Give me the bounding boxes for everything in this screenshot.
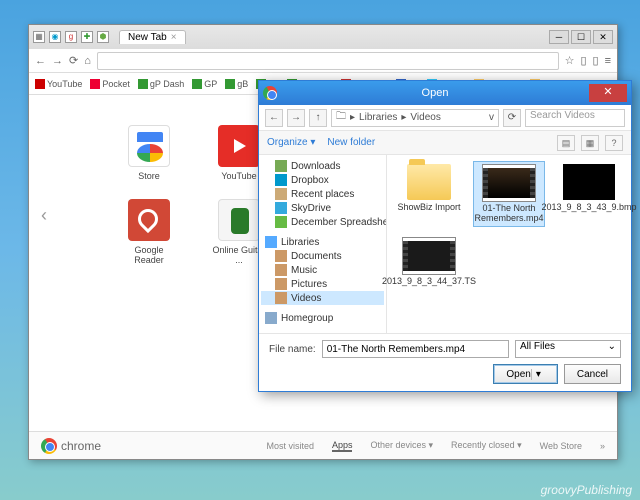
bookmark-star-icon[interactable]: ☆ bbox=[565, 54, 575, 67]
guitar-icon bbox=[218, 199, 260, 241]
close-tab-icon[interactable]: × bbox=[171, 32, 177, 43]
breadcrumb-item[interactable]: Libraries bbox=[359, 112, 397, 123]
bookmark[interactable]: gP Dash bbox=[138, 79, 184, 89]
rss-icon bbox=[128, 199, 170, 241]
maximize-button[interactable]: ☐ bbox=[571, 30, 591, 44]
view-mode-button[interactable]: ▤ bbox=[557, 135, 575, 151]
file-label: ShowBiz Import bbox=[397, 202, 460, 212]
file-label: 01-The North Remembers.mp4 bbox=[475, 203, 544, 223]
dialog-title: Open bbox=[281, 87, 589, 99]
forward-button[interactable]: → bbox=[287, 109, 305, 127]
breadcrumb[interactable]: 🗀 ▸Libraries ▸Videos v bbox=[331, 109, 499, 127]
file-item-bmp[interactable]: 2013_9_8_3_43_9.bmp bbox=[553, 161, 625, 227]
bookmark[interactable]: gB bbox=[225, 79, 248, 89]
refresh-button[interactable]: ⟳ bbox=[503, 109, 521, 127]
open-button[interactable]: Open▾ bbox=[493, 364, 557, 384]
app-reader[interactable]: Google Reader bbox=[119, 199, 179, 265]
dialog-nav: ← → ↑ 🗀 ▸Libraries ▸Videos v ⟳ Search Vi… bbox=[259, 105, 631, 131]
footer-expand-icon[interactable]: » bbox=[600, 441, 605, 451]
minimize-button[interactable]: ─ bbox=[549, 30, 569, 44]
app-label: Google Reader bbox=[119, 245, 179, 265]
tree-item[interactable]: Dropbox bbox=[261, 173, 384, 187]
forward-button[interactable]: → bbox=[52, 55, 63, 67]
extension-icon[interactable]: ▯ bbox=[580, 54, 586, 67]
bookmark[interactable]: YouTube bbox=[35, 79, 82, 89]
folder-icon: 🗀 bbox=[336, 109, 346, 126]
tree-item[interactable]: Downloads bbox=[261, 159, 384, 173]
file-list[interactable]: ShowBiz Import 01-The North Remembers.mp… bbox=[387, 155, 631, 333]
chrome-icon bbox=[263, 86, 277, 100]
image-icon bbox=[563, 164, 615, 200]
file-item-video[interactable]: 2013_9_8_3_44_37.TS bbox=[393, 235, 465, 289]
file-item-video[interactable]: 01-The North Remembers.mp4 bbox=[473, 161, 545, 227]
chrome-toolbar: ← → ⟳ ⌂ ☆ ▯ ▯ ≡ bbox=[29, 49, 617, 73]
footer-link[interactable]: Recently closed ▾ bbox=[451, 440, 522, 451]
extension-icon[interactable]: g bbox=[65, 31, 77, 43]
view-mode-button[interactable]: ▦ bbox=[581, 135, 599, 151]
bookmark[interactable]: Pocket bbox=[90, 79, 130, 89]
file-label: 2013_9_8_3_44_37.TS bbox=[382, 276, 476, 286]
new-folder-button[interactable]: New folder bbox=[327, 137, 375, 148]
tree-item[interactable]: Music bbox=[261, 263, 384, 277]
footer-link[interactable]: Most visited bbox=[266, 441, 314, 451]
tree-item[interactable]: December Spreadsheets bbox=[261, 215, 384, 229]
close-button[interactable]: ✕ bbox=[593, 30, 613, 44]
filetype-select[interactable]: All Files⌄ bbox=[515, 340, 621, 358]
tree-item[interactable]: Documents bbox=[261, 249, 384, 263]
breadcrumb-item[interactable]: Videos bbox=[410, 112, 440, 123]
reload-button[interactable]: ⟳ bbox=[69, 54, 78, 67]
extension-icon[interactable]: ▦ bbox=[33, 31, 45, 43]
tree-header-libraries[interactable]: Libraries bbox=[261, 235, 384, 249]
home-button[interactable]: ⌂ bbox=[84, 55, 91, 67]
close-button[interactable]: ✕ bbox=[589, 84, 627, 102]
video-icon bbox=[403, 238, 455, 274]
dialog-toolbar: Organize ▾ New folder ▤ ▦ ? bbox=[259, 131, 631, 155]
extension-icon[interactable]: ▯ bbox=[593, 54, 599, 67]
navigation-tree[interactable]: Downloads Dropbox Recent places SkyDrive… bbox=[259, 155, 387, 333]
footer-link[interactable]: Web Store bbox=[540, 441, 582, 451]
chrome-tabstrip: ▦ ◉ g ✚ ⬢ New Tab × ─ ☐ ✕ bbox=[29, 25, 617, 49]
open-file-dialog: Open ✕ ← → ↑ 🗀 ▸Libraries ▸Videos v ⟳ Se… bbox=[258, 80, 632, 392]
bookmark[interactable]: GP bbox=[192, 79, 217, 89]
tab-title: New Tab bbox=[128, 32, 167, 43]
filename-input[interactable] bbox=[322, 340, 509, 358]
tree-item[interactable]: Pictures bbox=[261, 277, 384, 291]
tree-item[interactable]: Recent places bbox=[261, 187, 384, 201]
address-bar[interactable] bbox=[97, 52, 559, 70]
store-icon bbox=[128, 125, 170, 167]
folder-icon bbox=[407, 164, 451, 200]
app-label: Store bbox=[138, 171, 160, 181]
up-button[interactable]: ↑ bbox=[309, 109, 327, 127]
footer-link[interactable]: Other devices ▾ bbox=[370, 440, 433, 451]
chrome-logo: chrome bbox=[41, 438, 101, 454]
app-label: YouTube bbox=[221, 171, 256, 181]
back-button[interactable]: ← bbox=[35, 55, 46, 67]
file-label: 2013_9_8_3_43_9.bmp bbox=[541, 202, 636, 212]
video-icon bbox=[483, 165, 535, 201]
tree-item-videos[interactable]: Videos bbox=[261, 291, 384, 305]
tree-header-homegroup[interactable]: Homegroup bbox=[261, 311, 384, 325]
dialog-titlebar: Open ✕ bbox=[259, 81, 631, 105]
search-input[interactable]: Search Videos bbox=[525, 109, 625, 127]
extension-icon[interactable]: ✚ bbox=[81, 31, 93, 43]
extension-icon[interactable]: ⬢ bbox=[97, 31, 109, 43]
browser-tab[interactable]: New Tab × bbox=[119, 30, 186, 44]
back-button[interactable]: ← bbox=[265, 109, 283, 127]
extension-icon[interactable]: ◉ bbox=[49, 31, 61, 43]
app-store[interactable]: Store bbox=[119, 125, 179, 181]
ntp-footer: chrome Most visited Apps Other devices ▾… bbox=[29, 431, 617, 459]
menu-button[interactable]: ≡ bbox=[605, 55, 611, 67]
organize-menu[interactable]: Organize ▾ bbox=[267, 137, 315, 148]
youtube-icon bbox=[218, 125, 260, 167]
filename-label: File name: bbox=[269, 344, 316, 355]
tree-item[interactable]: SkyDrive bbox=[261, 201, 384, 215]
chevron-left-icon[interactable]: ‹ bbox=[41, 205, 47, 226]
file-item-folder[interactable]: ShowBiz Import bbox=[393, 161, 465, 227]
footer-link[interactable]: Apps bbox=[332, 440, 353, 452]
cancel-button[interactable]: Cancel bbox=[564, 364, 621, 384]
watermark: groovyPublishing bbox=[541, 483, 632, 497]
help-button[interactable]: ? bbox=[605, 135, 623, 151]
dialog-footer: File name: All Files⌄ Open▾ Cancel bbox=[259, 333, 631, 391]
